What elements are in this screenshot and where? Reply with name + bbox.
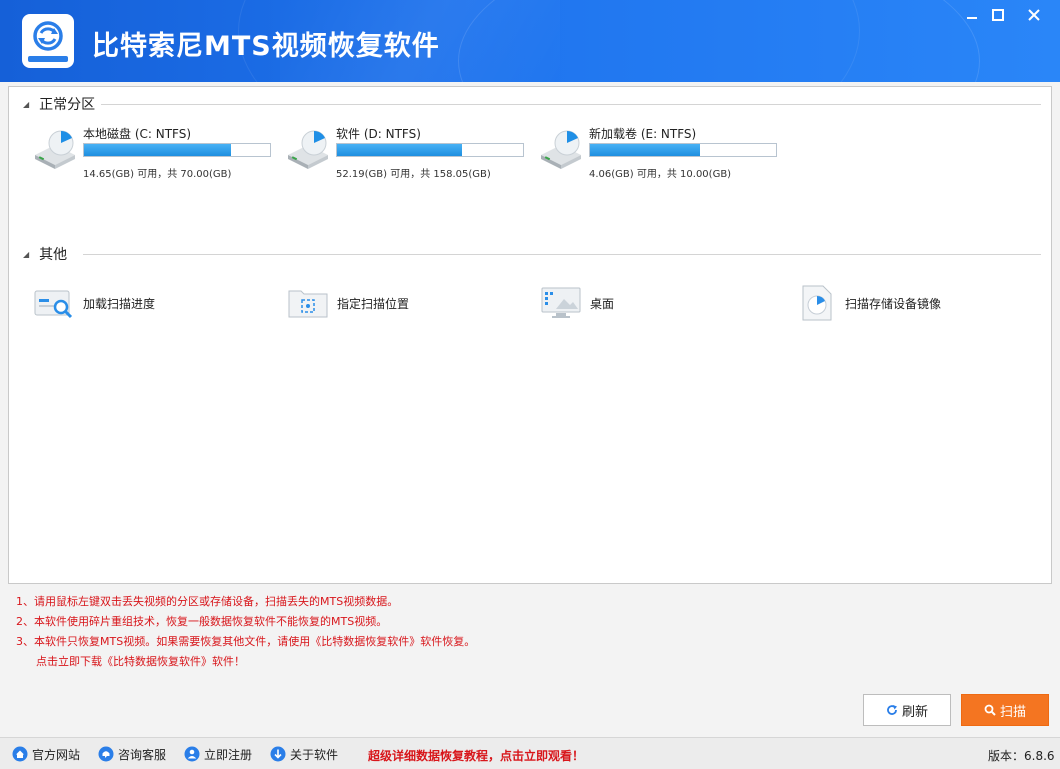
scan-progress-icon <box>34 290 73 319</box>
drive-size: 52.19(GB) 可用，共 158.05(GB) <box>336 169 491 180</box>
customer-service-link[interactable]: 咨询客服 <box>98 743 166 765</box>
register-label: 立即注册 <box>204 747 253 762</box>
other-item-label: 指定扫描位置 <box>337 296 410 311</box>
status-bar: 官方网站 咨询客服 立即注册 关于软件 超级详细数据恢复教程，点击立即观看！ 版… <box>0 737 1060 769</box>
other-item-label: 加载扫描进度 <box>83 296 156 311</box>
section-normal-partitions[interactable]: ◢ 正常分区 <box>23 95 95 113</box>
load-scan-progress-item[interactable]: 加载扫描进度 <box>33 283 155 323</box>
drive-usage-fill <box>590 144 700 156</box>
refresh-button[interactable]: 刷新 <box>863 694 951 726</box>
title-bar: 比特索尼MTS视频恢复软件 <box>0 0 1060 82</box>
about-label: 关于软件 <box>290 747 339 762</box>
drive-usage-bar <box>589 143 777 157</box>
section-label: 其他 <box>39 247 68 263</box>
official-website-link[interactable]: 官方网站 <box>12 743 80 765</box>
maximize-icon <box>992 9 1004 21</box>
desktop-item[interactable]: 桌面 <box>540 283 614 323</box>
close-icon <box>1028 9 1040 21</box>
drive-e[interactable]: 新加载卷 (E: NTFS) 4.06(GB) 可用，共 10.00(GB) <box>537 121 797 183</box>
home-icon <box>12 746 28 762</box>
about-link[interactable]: 关于软件 <box>270 743 338 765</box>
refresh-icon <box>887 705 897 715</box>
drive-name: 本地磁盘 (C: NTFS) <box>83 127 192 141</box>
specify-scan-location-item[interactable]: 指定扫描位置 <box>287 283 409 323</box>
hard-disk-icon <box>541 130 581 169</box>
chat-icon <box>98 746 114 762</box>
drive-panel: ◢ 正常分区 本地磁盘 (C: NTFS) 14.65(GB) 可用，共 70.… <box>8 86 1052 584</box>
drive-d[interactable]: 软件 (D: NTFS) 52.19(GB) 可用，共 158.05(GB) <box>284 121 544 183</box>
drive-name: 新加载卷 (E: NTFS) <box>589 127 697 141</box>
drive-usage-fill <box>337 144 462 156</box>
drive-usage-fill <box>84 144 231 156</box>
scan-label: 扫描 <box>999 704 1026 720</box>
desktop-icon <box>541 287 581 318</box>
drive-size: 14.65(GB) 可用，共 70.00(GB) <box>83 169 232 180</box>
close-button[interactable] <box>1018 2 1050 28</box>
scan-button[interactable]: 扫描 <box>961 694 1049 726</box>
minimize-icon <box>967 17 977 19</box>
app-logo-icon <box>22 14 74 68</box>
collapse-triangle-icon: ◢ <box>23 99 30 109</box>
section-other[interactable]: ◢ 其他 <box>23 245 67 263</box>
note-line: 2、本软件使用碎片重组技术，恢复一般数据恢复软件不能恢复的MTS视频。 <box>16 615 388 628</box>
hard-disk-icon <box>288 130 328 169</box>
other-item-label: 桌面 <box>590 296 615 311</box>
drive-c[interactable]: 本地磁盘 (C: NTFS) 14.65(GB) 可用，共 70.00(GB) <box>31 121 291 183</box>
drive-usage-bar <box>83 143 271 157</box>
download-link[interactable]: 点击立即下载《比特数据恢复软件》软件！ <box>16 652 475 672</box>
app-title: 比特索尼MTS视频恢复软件 <box>92 31 440 62</box>
tutorial-promo-link[interactable]: 超级详细数据恢复教程，点击立即观看！ <box>368 747 584 764</box>
register-link[interactable]: 立即注册 <box>184 743 252 765</box>
refresh-label: 刷新 <box>901 704 928 720</box>
note-line: 1、请用鼠标左键双击丢失视频的分区或存储设备，扫描丢失的MTS视频数据。 <box>16 595 399 608</box>
other-item-label: 扫描存储设备镜像 <box>845 296 942 311</box>
section-divider <box>101 104 1041 105</box>
folder-target-icon <box>288 290 328 318</box>
note-line: 3、本软件只恢复MTS视频。如果需要恢复其他文件，请使用《比特数据恢复软件》软件… <box>16 635 476 648</box>
user-icon <box>184 746 200 762</box>
version-label: 版本：6.8.6 <box>988 749 1055 763</box>
collapse-triangle-icon: ◢ <box>23 249 30 259</box>
drive-usage-bar <box>336 143 524 157</box>
scan-disk-image-item[interactable]: 扫描存储设备镜像 <box>795 283 941 323</box>
instructions-notes: 1、请用鼠标左键双击丢失视频的分区或存储设备，扫描丢失的MTS视频数据。 2、本… <box>16 592 475 672</box>
section-divider <box>83 254 1041 255</box>
hard-disk-icon <box>35 130 75 169</box>
disk-image-icon <box>802 285 832 321</box>
support-label: 咨询客服 <box>118 747 167 762</box>
search-icon <box>984 704 996 716</box>
drive-size: 4.06(GB) 可用，共 10.00(GB) <box>589 169 732 180</box>
drive-name: 软件 (D: NTFS) <box>336 127 421 141</box>
website-label: 官方网站 <box>32 747 81 762</box>
maximize-button[interactable] <box>982 2 1014 28</box>
info-icon <box>270 746 286 762</box>
section-label: 正常分区 <box>39 97 96 113</box>
